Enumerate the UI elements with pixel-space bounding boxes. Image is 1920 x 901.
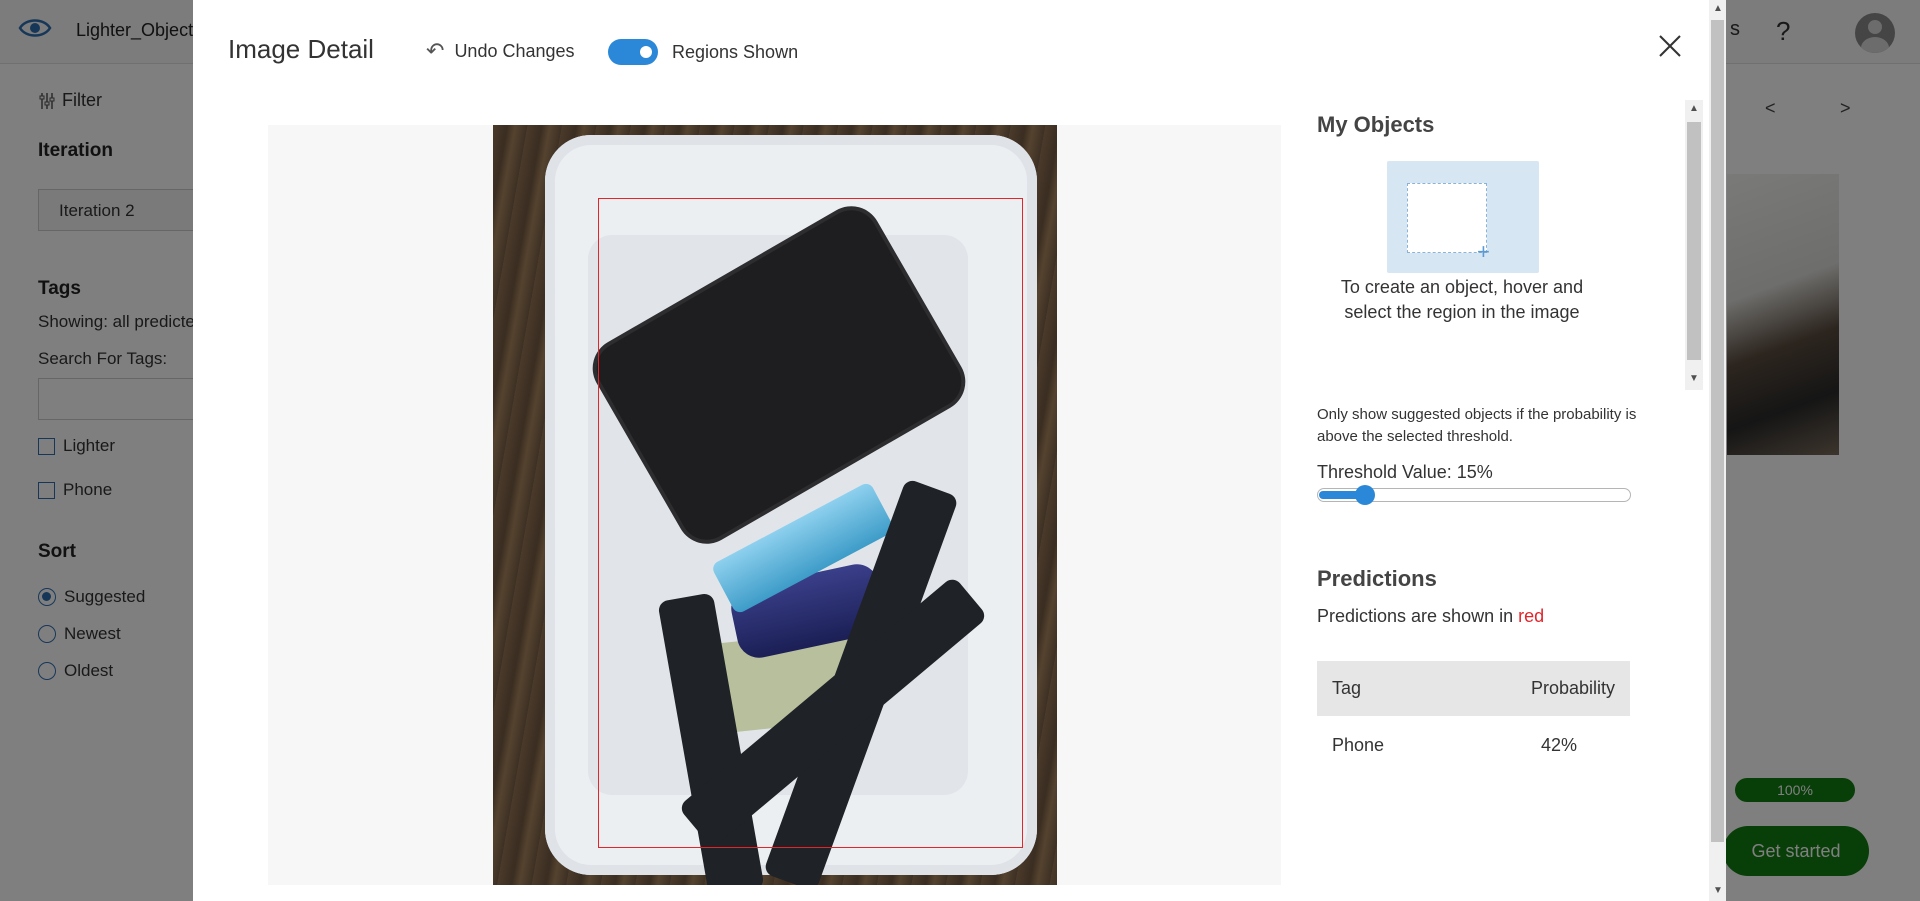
undo-changes-button[interactable]: ↶ Undo Changes <box>426 38 575 64</box>
scroll-up-icon[interactable]: ▲ <box>1687 102 1701 116</box>
prediction-tag: Phone <box>1332 734 1385 755</box>
modal-title: Image Detail <box>228 34 374 64</box>
predictions-note: Predictions are shown in red <box>1317 606 1544 627</box>
table-header: Tag Probability <box>1317 661 1630 716</box>
image-canvas <box>268 125 1281 885</box>
scrollbar-thumb[interactable] <box>1711 20 1724 842</box>
modal-scrollbar[interactable]: ▲ ▼ <box>1709 0 1726 901</box>
scroll-up-icon[interactable]: ▲ <box>1711 2 1725 16</box>
slider-handle[interactable] <box>1355 485 1375 505</box>
my-objects-hint: To create an object, hover and select th… <box>1340 277 1584 322</box>
my-objects-section: My Objects + To create an object, hover … <box>1317 100 1607 390</box>
threshold-note: Only show suggested objects if the proba… <box>1317 406 1637 445</box>
threshold-value-label: Threshold Value: 15% <box>1317 462 1493 482</box>
predictions-color-word: red <box>1518 606 1545 626</box>
column-header-probability: Probability <box>1530 678 1615 698</box>
scroll-down-icon[interactable]: ▼ <box>1711 884 1725 898</box>
dashed-region-shape <box>1407 183 1487 253</box>
predictions-table: Tag Probability Phone 42% <box>1317 661 1630 774</box>
threshold-slider[interactable] <box>1317 485 1631 505</box>
my-objects-title: My Objects <box>1317 112 1435 137</box>
undo-label: Undo Changes <box>454 40 575 61</box>
image-detail-modal: Image Detail ↶ Undo Changes Regions Show… <box>193 0 1726 901</box>
my-objects-scrollbar[interactable]: ▲ ▼ <box>1685 100 1703 390</box>
prediction-probability: 42% <box>1540 734 1577 755</box>
plus-icon: + <box>1477 239 1490 264</box>
region-select-illustration: + <box>1387 161 1539 273</box>
regions-toggle-label: Regions Shown <box>672 42 799 62</box>
regions-toggle[interactable] <box>608 39 658 65</box>
prediction-bounding-box[interactable] <box>598 198 1023 848</box>
undo-icon: ↶ <box>426 38 445 63</box>
detail-image[interactable] <box>493 125 1057 885</box>
column-header-tag: Tag <box>1332 678 1362 698</box>
table-row[interactable]: Phone 42% <box>1317 716 1630 774</box>
scrollbar-thumb[interactable] <box>1687 122 1701 360</box>
scroll-down-icon[interactable]: ▼ <box>1687 372 1701 386</box>
predictions-title: Predictions <box>1317 566 1437 591</box>
toggle-knob <box>640 46 652 58</box>
close-icon[interactable] <box>1656 32 1684 60</box>
predictions-note-text: Predictions are shown in <box>1317 606 1519 626</box>
